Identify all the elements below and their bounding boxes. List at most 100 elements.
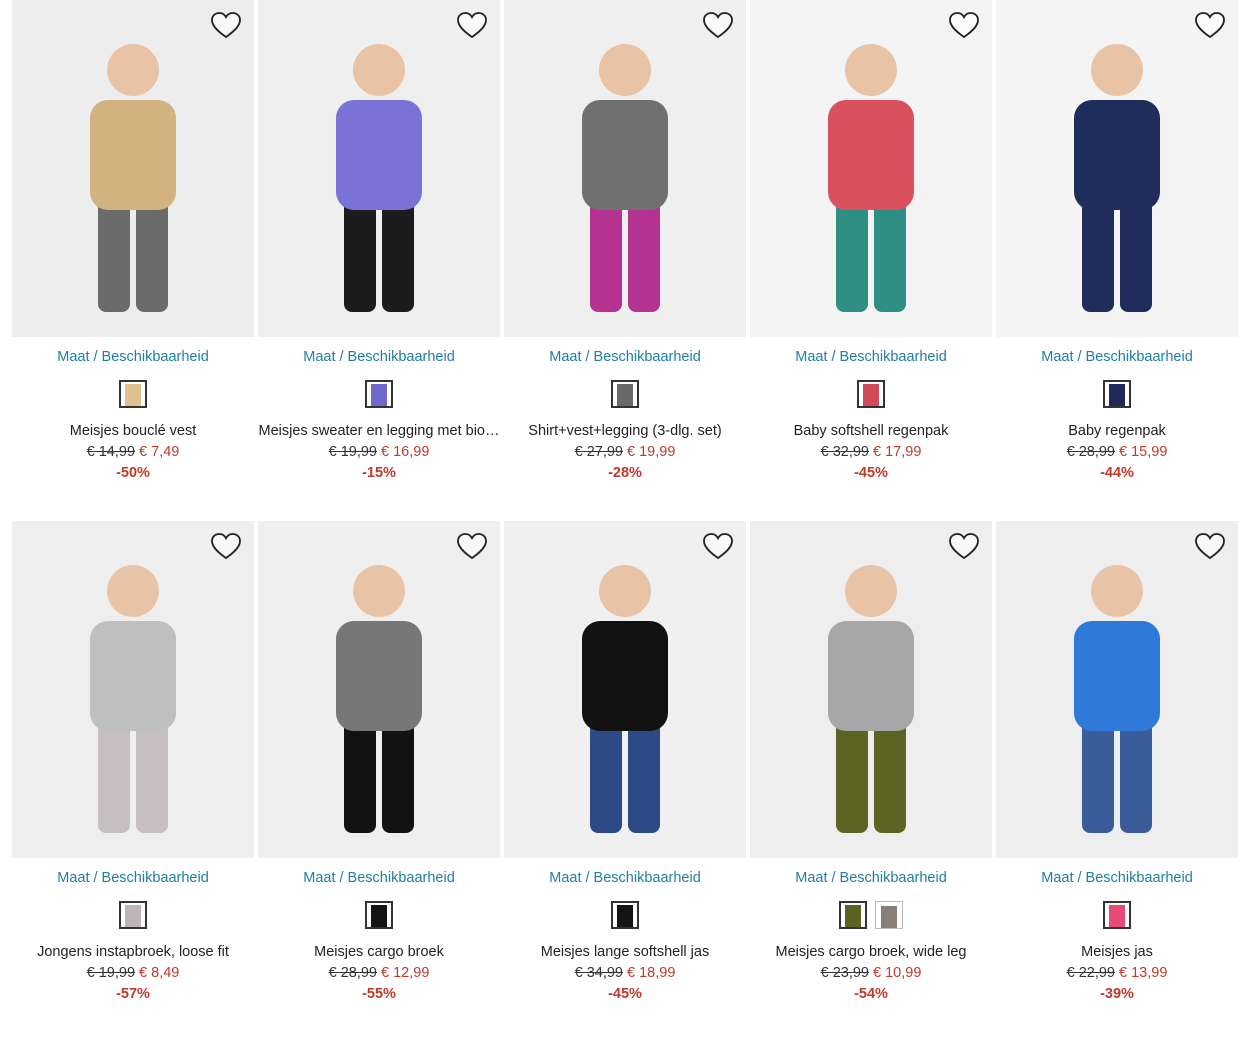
wishlist-heart-icon[interactable] <box>1194 10 1226 42</box>
color-swatches <box>12 380 254 408</box>
color-swatch[interactable] <box>119 380 147 408</box>
old-price: € 27,99 <box>574 444 623 460</box>
old-price: € 34,99 <box>574 965 623 981</box>
product-card[interactable]: Maat / Beschikbaarheid Meisjes cargo broe… <box>750 521 992 1021</box>
color-swatches <box>258 901 500 929</box>
sale-price: € 12,99 <box>381 965 430 981</box>
color-swatch[interactable] <box>365 901 393 929</box>
product-card[interactable]: Maat / Beschikbaarheid Shirt+vest+legging… <box>504 0 746 500</box>
product-image[interactable] <box>750 0 992 337</box>
size-availability-link[interactable]: Maat / Beschikbaarheid <box>258 349 500 365</box>
product-name[interactable]: Shirt+vest+legging (3-dlg. set) <box>504 423 746 439</box>
product-image[interactable] <box>258 521 500 858</box>
color-swatches <box>996 901 1238 929</box>
product-name[interactable]: Meisjes bouclé vest <box>12 423 254 439</box>
product-image[interactable] <box>258 0 500 337</box>
product-name[interactable]: Meisjes cargo broek <box>258 944 500 960</box>
wishlist-heart-icon[interactable] <box>456 10 488 42</box>
wishlist-heart-icon[interactable] <box>702 10 734 42</box>
sale-price: € 19,99 <box>627 444 676 460</box>
wishlist-heart-icon[interactable] <box>948 10 980 42</box>
product-image[interactable] <box>504 0 746 337</box>
size-availability-link[interactable]: Maat / Beschikbaarheid <box>504 349 746 365</box>
sale-price: € 13,99 <box>1119 965 1168 981</box>
color-swatch[interactable] <box>839 901 867 929</box>
sale-price: € 7,49 <box>139 444 180 460</box>
size-availability-link[interactable]: Maat / Beschikbaarheid <box>504 870 746 886</box>
product-card[interactable]: Maat / Beschikbaarheid Meisjes bouclé ves… <box>12 0 254 500</box>
color-swatches <box>996 380 1238 408</box>
product-name[interactable]: Meisjes lange softshell jas <box>504 944 746 960</box>
color-swatch[interactable] <box>857 380 885 408</box>
color-swatch[interactable] <box>611 901 639 929</box>
old-price: € 19,99 <box>328 444 377 460</box>
product-card[interactable]: Maat / Beschikbaarheid Meisjes cargo broe… <box>258 521 500 1021</box>
product-image[interactable] <box>504 521 746 858</box>
discount-badge: -39% <box>1100 986 1134 1002</box>
product-name[interactable]: Baby regenpak <box>996 423 1238 439</box>
size-availability-link[interactable]: Maat / Beschikbaarheid <box>996 349 1238 365</box>
wishlist-heart-icon[interactable] <box>210 10 242 42</box>
old-price: € 28,99 <box>1066 444 1115 460</box>
product-card[interactable]: Maat / Beschikbaarheid Baby softshell reg… <box>750 0 992 500</box>
discount-badge: -44% <box>1100 465 1134 481</box>
product-price: € 27,99 € 19,99 <box>504 444 746 460</box>
size-availability-link[interactable]: Maat / Beschikbaarheid <box>750 349 992 365</box>
old-price: € 28,99 <box>328 965 377 981</box>
size-availability-link[interactable]: Maat / Beschikbaarheid <box>258 870 500 886</box>
product-price: € 19,99 € 16,99 <box>258 444 500 460</box>
sale-price: € 16,99 <box>381 444 430 460</box>
old-price: € 32,99 <box>820 444 869 460</box>
product-card[interactable]: Maat / Beschikbaarheid Meisjes sweater en… <box>258 0 500 500</box>
color-swatch[interactable] <box>119 901 147 929</box>
sale-price: € 15,99 <box>1119 444 1168 460</box>
product-card[interactable]: Maat / Beschikbaarheid Meisjes lange soft… <box>504 521 746 1021</box>
discount-badge: -45% <box>854 465 888 481</box>
color-swatch[interactable] <box>1103 901 1131 929</box>
wishlist-heart-icon[interactable] <box>1194 531 1226 563</box>
product-price: € 34,99 € 18,99 <box>504 965 746 981</box>
color-swatches <box>504 901 746 929</box>
size-availability-link[interactable]: Maat / Beschikbaarheid <box>12 349 254 365</box>
color-swatch[interactable] <box>1103 380 1131 408</box>
color-swatches <box>258 380 500 408</box>
size-availability-link[interactable]: Maat / Beschikbaarheid <box>12 870 254 886</box>
wishlist-heart-icon[interactable] <box>456 531 488 563</box>
product-image[interactable] <box>996 521 1238 858</box>
product-name[interactable]: Meisjes jas <box>996 944 1238 960</box>
product-image[interactable] <box>12 521 254 858</box>
product-image[interactable] <box>750 521 992 858</box>
color-swatches <box>750 380 992 408</box>
color-swatch[interactable] <box>365 380 393 408</box>
discount-badge: -50% <box>116 465 150 481</box>
product-card[interactable]: Maat / Beschikbaarheid Meisjes jas € 22,99… <box>996 521 1238 1021</box>
product-image[interactable] <box>996 0 1238 337</box>
color-swatch[interactable] <box>875 901 903 929</box>
wishlist-heart-icon[interactable] <box>210 531 242 563</box>
old-price: € 23,99 <box>820 965 869 981</box>
product-name[interactable]: Meisjes cargo broek, wide leg <box>750 944 992 960</box>
size-availability-link[interactable]: Maat / Beschikbaarheid <box>750 870 992 886</box>
product-card[interactable]: Maat / Beschikbaarheid Jongens instapbroe… <box>12 521 254 1021</box>
sale-price: € 10,99 <box>873 965 922 981</box>
product-name[interactable]: Baby softshell regenpak <box>750 423 992 439</box>
product-image[interactable] <box>12 0 254 337</box>
discount-badge: -54% <box>854 986 888 1002</box>
discount-badge: -15% <box>362 465 396 481</box>
product-price: € 19,99 € 8,49 <box>12 965 254 981</box>
color-swatch[interactable] <box>611 380 639 408</box>
product-price: € 22,99 € 13,99 <box>996 965 1238 981</box>
color-swatches <box>12 901 254 929</box>
product-name[interactable]: Jongens instapbroek, loose fit <box>12 944 254 960</box>
discount-badge: -45% <box>608 986 642 1002</box>
color-swatches <box>504 380 746 408</box>
discount-badge: -57% <box>116 986 150 1002</box>
product-card[interactable]: Maat / Beschikbaarheid Baby regenpak € 28,… <box>996 0 1238 500</box>
color-swatches <box>750 901 992 929</box>
wishlist-heart-icon[interactable] <box>948 531 980 563</box>
wishlist-heart-icon[interactable] <box>702 531 734 563</box>
product-name[interactable]: Meisjes sweater en legging met bio… <box>258 423 500 439</box>
old-price: € 19,99 <box>86 965 136 981</box>
product-price: € 32,99 € 17,99 <box>750 444 992 460</box>
size-availability-link[interactable]: Maat / Beschikbaarheid <box>996 870 1238 886</box>
